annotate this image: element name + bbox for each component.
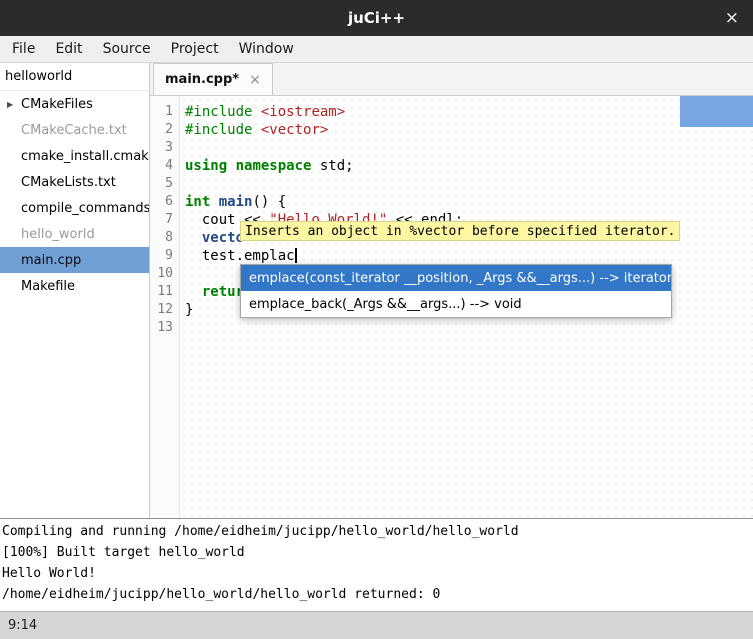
output-line: [100%] Built target hello_world [2, 542, 751, 563]
tab-main-cpp[interactable]: main.cpp* × [153, 63, 273, 95]
code-line-9[interactable]: test.emplac [185, 247, 753, 265]
completion-popup: emplace(const_iterator __position, _Args… [240, 264, 672, 318]
window-title: juCi++ [348, 9, 405, 27]
text-cursor [295, 248, 297, 263]
code-line-5[interactable] [185, 175, 753, 193]
line-number-gutter: 12345678910111213 [150, 96, 180, 518]
sidebar-item-cmake-install-cmake[interactable]: cmake_install.cmake [0, 143, 149, 169]
line-number: 6 [150, 193, 173, 211]
code-line-1[interactable]: #include <iostream> [185, 103, 753, 121]
code-line-3[interactable] [185, 139, 753, 157]
file-name: CMakeFiles [21, 97, 93, 112]
statusbar: 9:14 [0, 611, 753, 639]
menu-source[interactable]: Source [93, 36, 161, 62]
line-number: 5 [150, 175, 173, 193]
code-line-13[interactable] [185, 319, 753, 337]
titlebar: juCi++ × [0, 0, 753, 36]
sidebar-item-helloworld[interactable]: helloworld [0, 63, 149, 91]
file-name: hello_world [21, 227, 95, 242]
output-panel[interactable]: Compiling and running /home/eidheim/juci… [0, 518, 753, 611]
cursor-position: 9:14 [8, 618, 37, 633]
file-name: cmake_install.cmake [21, 149, 149, 164]
line-number: 3 [150, 139, 173, 157]
expander-icon[interactable]: ▶ [7, 100, 13, 109]
code-line-2[interactable]: #include <vector> [185, 121, 753, 139]
scrollbar-thumb[interactable] [680, 96, 753, 127]
sidebar-item-cmakecache-txt[interactable]: CMakeCache.txt [0, 117, 149, 143]
line-number: 12 [150, 301, 173, 319]
sidebar-item-makefile[interactable]: Makefile [0, 273, 149, 299]
output-line: Hello World! [2, 563, 751, 584]
menu-project[interactable]: Project [161, 36, 229, 62]
file-name: main.cpp [21, 253, 81, 268]
line-number: 10 [150, 265, 173, 283]
output-line: /home/eidheim/jucipp/hello_world/hello_w… [2, 584, 751, 605]
sidebar-item-cmakefiles[interactable]: ▶ CMakeFiles [0, 91, 149, 117]
sidebar-item-cmakelists-txt[interactable]: CMakeLists.txt [0, 169, 149, 195]
sidebar-item-main-cpp[interactable]: main.cpp [0, 247, 149, 273]
line-number: 11 [150, 283, 173, 301]
completion-item[interactable]: emplace_back(_Args &&__args...) --> void [241, 291, 671, 317]
sidebar-item-hello-world[interactable]: hello_world [0, 221, 149, 247]
line-number: 9 [150, 247, 173, 265]
completion-item[interactable]: emplace(const_iterator __position, _Args… [241, 265, 671, 291]
line-number: 13 [150, 319, 173, 337]
close-icon[interactable]: × [725, 8, 739, 28]
output-line: Compiling and running /home/eidheim/juci… [2, 521, 751, 542]
menu-edit[interactable]: Edit [45, 36, 92, 62]
sidebar-item-compile-commands[interactable]: compile_commands. [0, 195, 149, 221]
file-name: Makefile [21, 279, 75, 294]
line-number: 7 [150, 211, 173, 229]
menu-window[interactable]: Window [229, 36, 304, 62]
sidebar: helloworld ▶ CMakeFiles CMakeCache.txt cmak… [0, 63, 150, 518]
file-name: compile_commands. [21, 201, 149, 216]
line-number: 1 [150, 103, 173, 121]
line-number: 8 [150, 229, 173, 247]
tab-close-icon[interactable]: × [249, 72, 261, 88]
jucipp-window: juCi++ × FileEditSourceProjectWindow hel… [0, 0, 753, 639]
line-number: 4 [150, 157, 173, 175]
menubar: FileEditSourceProjectWindow [0, 36, 753, 63]
file-name: CMakeCache.txt [21, 123, 127, 138]
tab-label: main.cpp* [165, 72, 239, 87]
tabbar: main.cpp* × [150, 63, 753, 96]
doc-tooltip: Inserts an object in %vector before spec… [240, 221, 680, 241]
file-tree: ▶ CMakeFiles CMakeCache.txt cmake_install.c… [0, 91, 149, 299]
line-number: 2 [150, 121, 173, 139]
code-line-4[interactable]: using namespace std; [185, 157, 753, 175]
code-line-6[interactable]: int main() { [185, 193, 753, 211]
menu-file[interactable]: File [2, 36, 45, 62]
file-name: CMakeLists.txt [21, 175, 116, 190]
